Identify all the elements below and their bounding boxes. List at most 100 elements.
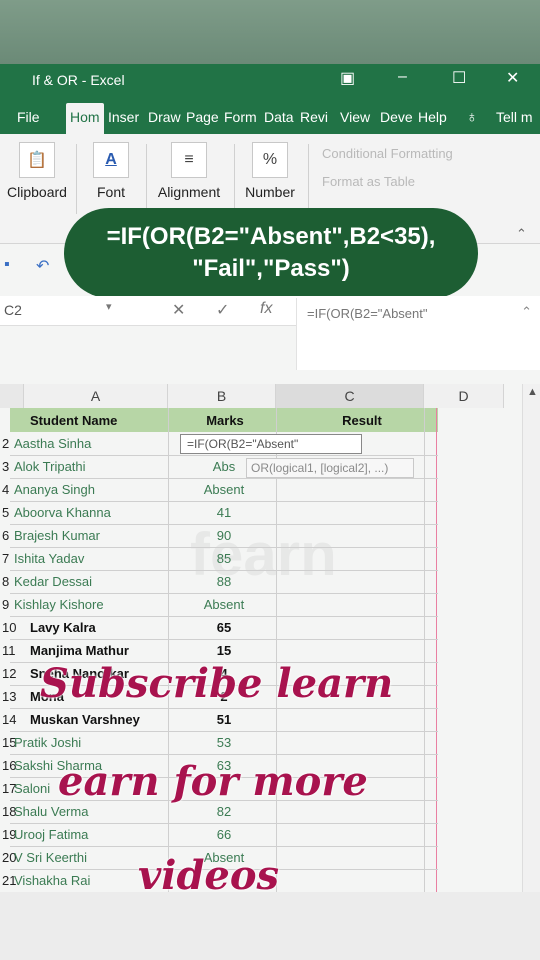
cell-student-name[interactable]: Aboorva Khanna <box>14 501 168 524</box>
column-header-a[interactable]: A <box>24 384 168 408</box>
cell-student-name[interactable]: Urooj Fatima <box>14 823 168 846</box>
name-box[interactable]: C2 <box>4 302 22 318</box>
select-all-corner[interactable] <box>0 384 24 408</box>
tab-draw[interactable]: Draw <box>148 109 182 125</box>
format-as-table-button[interactable]: Format as Table <box>322 174 415 189</box>
cell-student-name[interactable]: Pratik Joshi <box>14 731 168 754</box>
insert-function-icon[interactable]: fx <box>260 300 272 318</box>
row-number[interactable]: 14 <box>0 712 24 727</box>
scroll-up-icon[interactable]: ▲ <box>527 386 538 398</box>
cell-marks[interactable]: 53 <box>176 731 272 754</box>
clipboard-icon: 📋 <box>19 142 55 178</box>
row-number[interactable]: 13 <box>0 689 24 704</box>
clipboard-label: Clipboard <box>7 184 67 200</box>
tab-home[interactable]: Hom <box>66 103 104 134</box>
formula-text: =IF(OR(B2="Absent" <box>307 306 428 321</box>
formula-input[interactable]: =IF(OR(B2="Absent" ⌃ <box>296 298 540 370</box>
save-icon[interactable]: ▪ <box>4 256 10 274</box>
formula-banner-line2: "Fail","Pass") <box>192 255 350 282</box>
font-color-icon: A <box>93 142 129 178</box>
column-header-d[interactable]: D <box>424 384 504 408</box>
tab-data[interactable]: Data <box>264 109 296 125</box>
title-bar: If & OR - Excel ▣ – ☐ ✕ <box>0 64 540 100</box>
column-header-b[interactable]: B <box>168 384 276 408</box>
cell-marks[interactable]: 88 <box>176 570 272 593</box>
number-label: Number <box>245 184 295 200</box>
tab-insert[interactable]: Inser <box>108 109 144 125</box>
tab-file[interactable]: File <box>17 109 40 125</box>
alignment-label: Alignment <box>157 184 221 200</box>
row-number[interactable]: 11 <box>0 643 24 658</box>
tab-view[interactable]: View <box>340 109 374 125</box>
row-number[interactable]: 12 <box>0 666 24 681</box>
formula-banner-line1: =IF(OR(B2="Absent",B2<35), <box>106 223 436 250</box>
video-top-band <box>0 0 540 64</box>
ribbon-separator <box>76 144 77 214</box>
tab-help[interactable]: Help <box>418 109 452 125</box>
cell-student-name[interactable]: Muskan Varshney <box>30 708 168 731</box>
header-student-name[interactable]: Student Name <box>30 409 170 432</box>
enter-icon[interactable]: ✓ <box>216 300 229 320</box>
overlay-text-line2: earn for more <box>58 758 368 805</box>
cell-marks[interactable]: 85 <box>176 547 272 570</box>
header-result[interactable]: Result <box>290 409 434 432</box>
cell-marks[interactable]: 15 <box>176 639 272 662</box>
cell-student-name[interactable]: Manjima Mathur <box>30 639 168 662</box>
ribbon-display-icon[interactable]: ▣ <box>340 68 355 88</box>
close-button[interactable]: ✕ <box>506 68 519 88</box>
ribbon-tabs: File Hom Inser Draw Page Form Data Revi … <box>0 100 540 134</box>
cell-student-name[interactable]: Kedar Dessai <box>14 570 168 593</box>
ribbon-separator <box>308 144 309 214</box>
tab-tell-me[interactable]: Tell m <box>496 109 540 125</box>
cell-marks[interactable]: Absent <box>176 593 272 616</box>
video-bottom-band <box>0 892 540 960</box>
cell-marks[interactable]: 51 <box>176 708 272 731</box>
align-icon: ≡ <box>171 142 207 178</box>
ribbon-separator <box>146 144 147 214</box>
row-number[interactable]: 10 <box>0 620 24 635</box>
column-header-c[interactable]: C <box>276 384 424 408</box>
cell-student-name[interactable]: Aastha Sinha <box>14 432 168 455</box>
formula-banner: =IF(OR(B2="Absent",B2<35), "Fail","Pass"… <box>64 208 478 298</box>
cell-marks[interactable]: 65 <box>176 616 272 639</box>
font-group[interactable]: A Font <box>86 142 136 200</box>
function-tooltip: OR(logical1, [logical2], ...) <box>246 458 414 478</box>
font-label: Font <box>96 184 125 200</box>
grid-line <box>168 408 169 892</box>
maximize-button[interactable]: ☐ <box>452 68 466 88</box>
cell-student-name[interactable]: Brajesh Kumar <box>14 524 168 547</box>
undo-icon[interactable]: ↶ <box>36 256 49 276</box>
number-group[interactable]: % Number <box>242 142 298 200</box>
cell-edit-box[interactable]: =IF(OR(B2="Absent" <box>180 434 362 454</box>
clipboard-group[interactable]: 📋 Clipboard <box>4 142 70 200</box>
lightbulb-icon[interactable]: ♁ <box>466 109 478 127</box>
cell-student-name[interactable]: Ananya Singh <box>14 478 168 501</box>
header-marks[interactable]: Marks <box>180 409 270 432</box>
cell-student-name[interactable]: Kishlay Kishore <box>14 593 168 616</box>
overlay-text-line1: Subscribe learn <box>40 660 394 707</box>
conditional-formatting-button[interactable]: Conditional Formatting <box>322 146 453 161</box>
alignment-group[interactable]: ≡ Alignment <box>154 142 224 200</box>
cell-student-name[interactable]: Ishita Yadav <box>14 547 168 570</box>
tab-page-layout[interactable]: Page <box>186 109 220 125</box>
collapse-ribbon-icon[interactable]: ⌃ <box>516 226 527 242</box>
window-title: If & OR - Excel <box>32 72 125 88</box>
tab-review[interactable]: Revi <box>300 109 334 125</box>
vertical-scrollbar[interactable]: ▲ <box>522 384 540 892</box>
tab-developer[interactable]: Deve <box>380 109 414 125</box>
collapse-formula-icon[interactable]: ⌃ <box>521 304 532 320</box>
grid-line <box>436 408 437 892</box>
cell-marks[interactable]: 90 <box>176 524 272 547</box>
percent-icon: % <box>252 142 288 178</box>
cell-student-name[interactable]: Alok Tripathi <box>14 455 168 478</box>
cell-marks[interactable]: 66 <box>176 823 272 846</box>
tab-formulas[interactable]: Form <box>224 109 258 125</box>
cell-student-name[interactable]: Lavy Kalra <box>30 616 168 639</box>
quick-access-toolbar: ▪ ↶ <box>0 252 64 282</box>
cell-marks[interactable]: Absent <box>176 478 272 501</box>
cell-marks[interactable]: 41 <box>176 501 272 524</box>
ribbon-separator <box>234 144 235 214</box>
chevron-down-icon[interactable]: ▾ <box>106 300 112 313</box>
cancel-icon[interactable]: ✕ <box>172 300 185 320</box>
minimize-button[interactable]: – <box>398 68 407 86</box>
